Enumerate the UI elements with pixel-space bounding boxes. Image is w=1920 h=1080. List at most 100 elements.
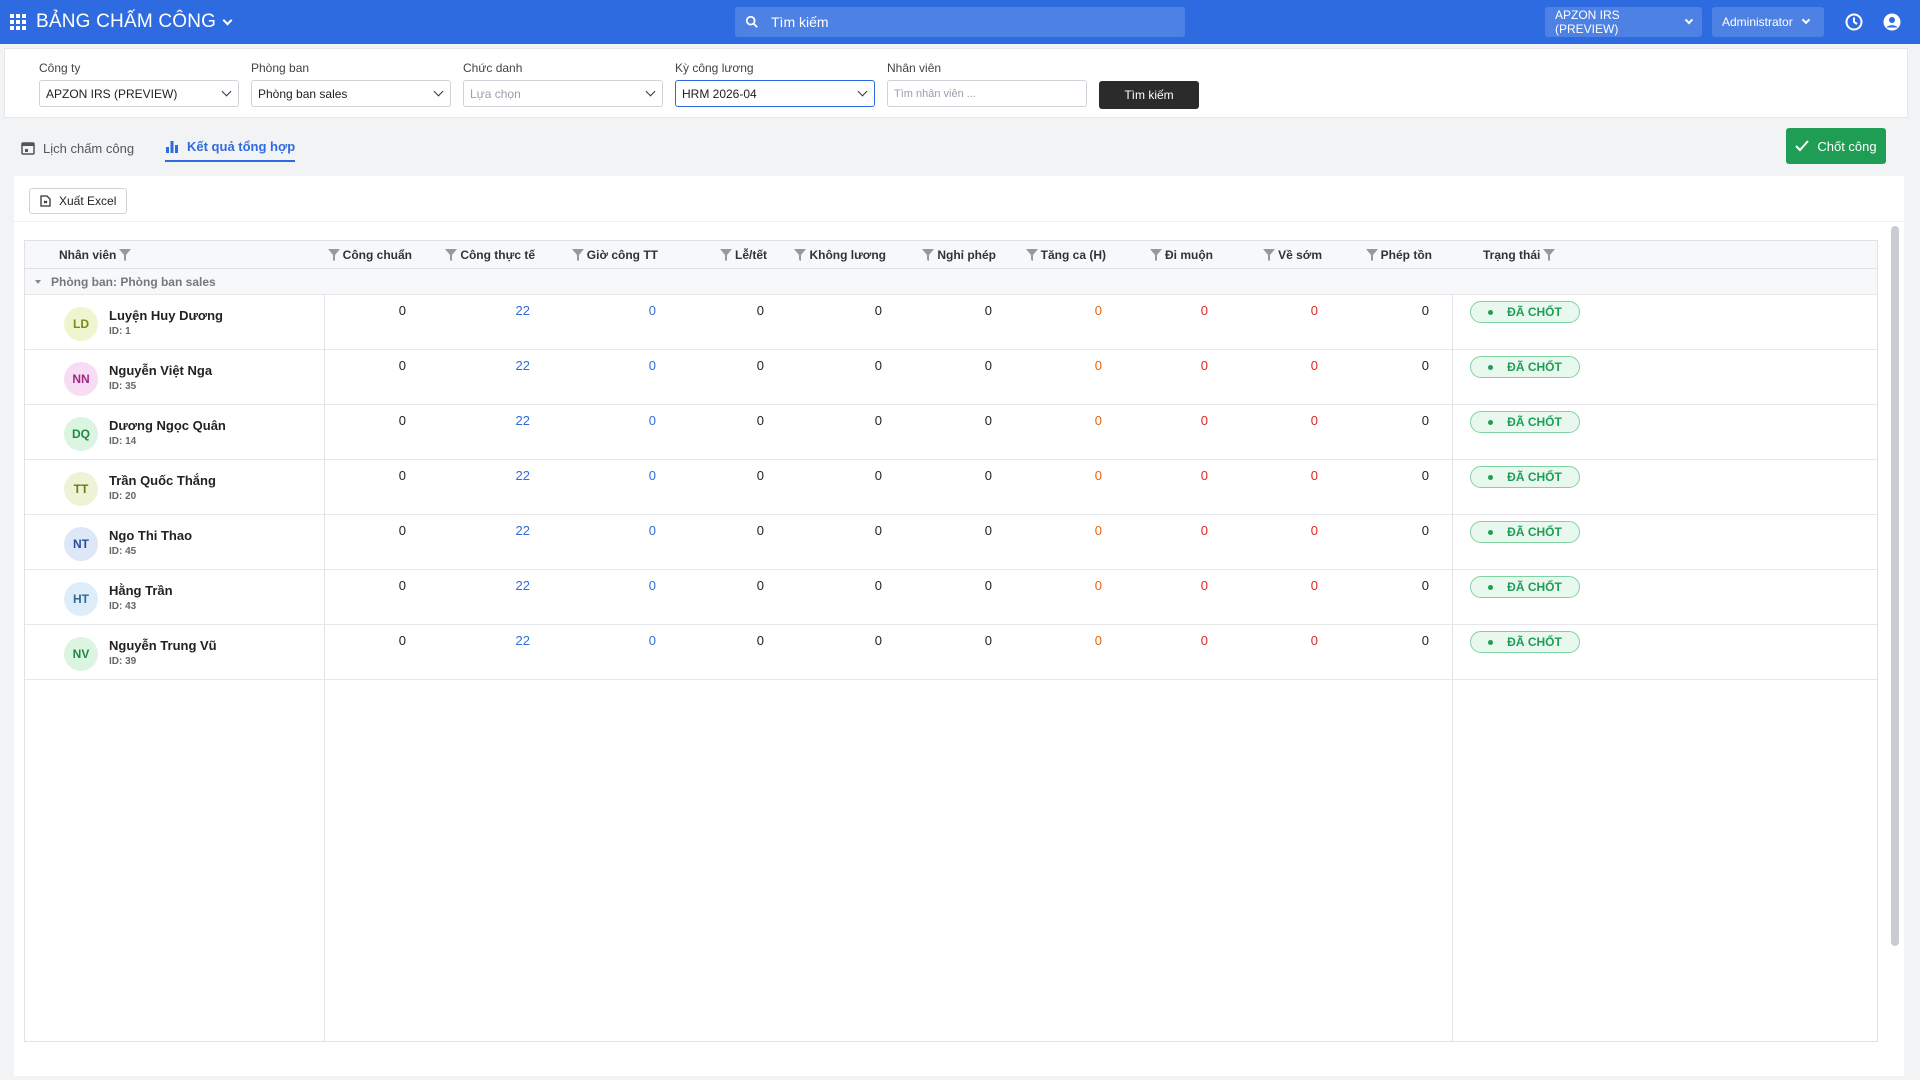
- clock-icon[interactable]: [1844, 12, 1864, 32]
- user-menu[interactable]: Administrator: [1712, 7, 1824, 37]
- cell-actual-hours[interactable]: 0: [596, 523, 656, 538]
- apps-grid-icon[interactable]: [10, 14, 26, 30]
- avatar: DQ: [64, 417, 98, 451]
- cell-actual-hours[interactable]: 0: [596, 413, 656, 428]
- employee-search-input[interactable]: Tìm nhân viên ...: [887, 80, 1087, 107]
- cell-actual-hours[interactable]: 0: [596, 468, 656, 483]
- filter-icon[interactable]: [1543, 249, 1556, 261]
- filter-icon[interactable]: [1025, 249, 1038, 261]
- filter-icon[interactable]: [445, 249, 458, 261]
- cell-paid-leave: 0: [984, 413, 992, 428]
- filter-icon[interactable]: [119, 249, 132, 261]
- table-row[interactable]: LD Luyện Huy Dương ID: 1 0 22 0 0 0 0 0 0 0 0 ĐÃ CHỐT: [25, 295, 1877, 350]
- company-field: Công ty APZON IRS (PREVIEW): [39, 61, 239, 107]
- cell-late-arrivals: 0: [1200, 413, 1208, 428]
- header-status[interactable]: Trạng thái: [1483, 241, 1556, 269]
- header-employee-label: Nhân viên: [59, 248, 117, 262]
- cell-standard-days: 0: [398, 633, 406, 648]
- group-row-department[interactable]: Phòng ban: Phòng ban sales: [25, 269, 1877, 295]
- table-row[interactable]: TT Trần Quốc Thắng ID: 20 0 22 0 0 0 0 0 0 0 0 ĐÃ CHỐ…: [25, 460, 1877, 515]
- department-select[interactable]: Phòng ban sales: [251, 80, 451, 107]
- position-select[interactable]: Lựa chọn: [463, 80, 663, 107]
- pay-period-select[interactable]: HRM 2026-04: [675, 80, 875, 107]
- header-remaining-leave-label: Phép tồn: [1380, 248, 1432, 262]
- chevron-down-icon: [433, 86, 444, 97]
- status-label: ĐÃ CHỐT: [1507, 580, 1562, 594]
- cell-overtime-hours: 0: [1094, 523, 1102, 538]
- pay-period-select-value: HRM 2026-04: [682, 86, 757, 101]
- employee-name[interactable]: Dương Ngọc Quân: [109, 418, 226, 433]
- tab-attendance-calendar[interactable]: Lịch chấm công: [21, 134, 134, 162]
- cell-actual-days[interactable]: 22: [470, 358, 530, 373]
- cell-unpaid-leave: 0: [874, 578, 882, 593]
- header-remaining-leave[interactable]: Phép tồn: [1282, 241, 1432, 269]
- bar-chart-icon: [166, 141, 178, 153]
- position-label: Chức danh: [463, 61, 523, 75]
- cell-actual-days[interactable]: 22: [470, 468, 530, 483]
- cell-actual-hours[interactable]: 0: [596, 303, 656, 318]
- group-label: Phòng ban: Phòng ban sales: [51, 274, 216, 289]
- status-label: ĐÃ CHỐT: [1507, 470, 1562, 484]
- status-label: ĐÃ CHỐT: [1507, 305, 1562, 319]
- table-row[interactable]: DQ Dương Ngọc Quân ID: 14 0 22 0 0 0 0 0 0 0 0 ĐÃ CHỐ…: [25, 405, 1877, 460]
- cell-actual-hours[interactable]: 0: [596, 358, 656, 373]
- global-search-input[interactable]: Tìm kiếm: [735, 7, 1185, 37]
- table-row[interactable]: HT Hằng Trần ID: 43 0 22 0 0 0 0 0 0 0 0 ĐÃ CHỐT: [25, 570, 1877, 625]
- cell-remaining-leave: 0: [1421, 413, 1429, 428]
- collapse-caret-icon[interactable]: [35, 279, 41, 284]
- filter-icon[interactable]: [1365, 249, 1378, 261]
- employee-name[interactable]: Nguyễn Việt Nga: [109, 363, 212, 378]
- cell-standard-days: 0: [398, 468, 406, 483]
- cell-paid-leave: 0: [984, 303, 992, 318]
- vertical-scrollbar[interactable]: [1891, 226, 1899, 946]
- tab-summary-results-label: Kết quả tổng hợp: [187, 138, 296, 154]
- cell-actual-days[interactable]: 22: [470, 303, 530, 318]
- cell-actual-days[interactable]: 22: [470, 578, 530, 593]
- account-icon[interactable]: [1882, 12, 1902, 32]
- search-button[interactable]: Tìm kiếm: [1099, 81, 1199, 109]
- header-employee[interactable]: Nhân viên: [59, 241, 132, 269]
- cell-holidays: 0: [756, 523, 764, 538]
- cell-actual-days[interactable]: 22: [470, 633, 530, 648]
- table-row[interactable]: NV Nguyễn Trung Vũ ID: 39 0 22 0 0 0 0 0 0 0 0 ĐÃ CHỐ…: [25, 625, 1877, 680]
- status-dot-icon: [1488, 309, 1494, 315]
- table-row[interactable]: NN Nguyễn Việt Nga ID: 35 0 22 0 0 0 0 0 0 0 0 ĐÃ CHỐ…: [25, 350, 1877, 405]
- filter-icon[interactable]: [1150, 249, 1162, 261]
- cell-late-arrivals: 0: [1200, 523, 1208, 538]
- header-status-label: Trạng thái: [1483, 248, 1541, 262]
- filter-icon[interactable]: [794, 249, 807, 261]
- filter-icon[interactable]: [327, 249, 340, 261]
- export-excel-button[interactable]: Xuất Excel: [29, 188, 128, 214]
- employee-id: ID: 14: [109, 436, 137, 447]
- employee-name[interactable]: Trần Quốc Thắng: [109, 473, 216, 488]
- summary-content: Xuất Excel Nhân viên Trạng thái Công chu…: [14, 176, 1904, 1076]
- cell-actual-days[interactable]: 22: [470, 523, 530, 538]
- employee-search-placeholder: Tìm nhân viên ...: [894, 87, 976, 100]
- tab-summary-results[interactable]: Kết quả tổng hợp: [165, 134, 296, 162]
- employee-name[interactable]: Luyện Huy Dương: [109, 308, 223, 323]
- cell-early-leaves: 0: [1310, 358, 1318, 373]
- cell-late-arrivals: 0: [1200, 578, 1208, 593]
- cell-unpaid-leave: 0: [874, 358, 882, 373]
- filter-icon[interactable]: [719, 249, 732, 261]
- avatar: LD: [64, 307, 98, 341]
- table-row[interactable]: NT Ngo Thi Thao ID: 45 0 22 0 0 0 0 0 0 0 0 ĐÃ CHỐT: [25, 515, 1877, 570]
- app-title-menu[interactable]: BẢNG CHẤM CÔNG: [36, 11, 233, 33]
- avatar: NT: [64, 527, 98, 561]
- filter-icon[interactable]: [922, 249, 935, 261]
- cell-actual-hours[interactable]: 0: [596, 633, 656, 648]
- cell-unpaid-leave: 0: [874, 303, 882, 318]
- employee-name[interactable]: Ngo Thi Thao: [109, 528, 192, 543]
- filter-icon[interactable]: [571, 249, 584, 261]
- cell-actual-hours[interactable]: 0: [596, 578, 656, 593]
- cell-actual-days[interactable]: 22: [470, 413, 530, 428]
- company-switcher[interactable]: APZON IRS (PREVIEW): [1545, 7, 1702, 37]
- filter-icon[interactable]: [1263, 249, 1276, 261]
- company-select[interactable]: APZON IRS (PREVIEW): [39, 80, 239, 107]
- chevron-down-icon: [1685, 15, 1694, 25]
- employee-name[interactable]: Hằng Trần: [109, 583, 173, 598]
- lock-timesheet-button[interactable]: Chốt công: [1786, 128, 1886, 164]
- position-field: Chức danh Lựa chọn: [463, 61, 663, 107]
- cell-early-leaves: 0: [1310, 413, 1318, 428]
- employee-name[interactable]: Nguyễn Trung Vũ: [109, 638, 217, 653]
